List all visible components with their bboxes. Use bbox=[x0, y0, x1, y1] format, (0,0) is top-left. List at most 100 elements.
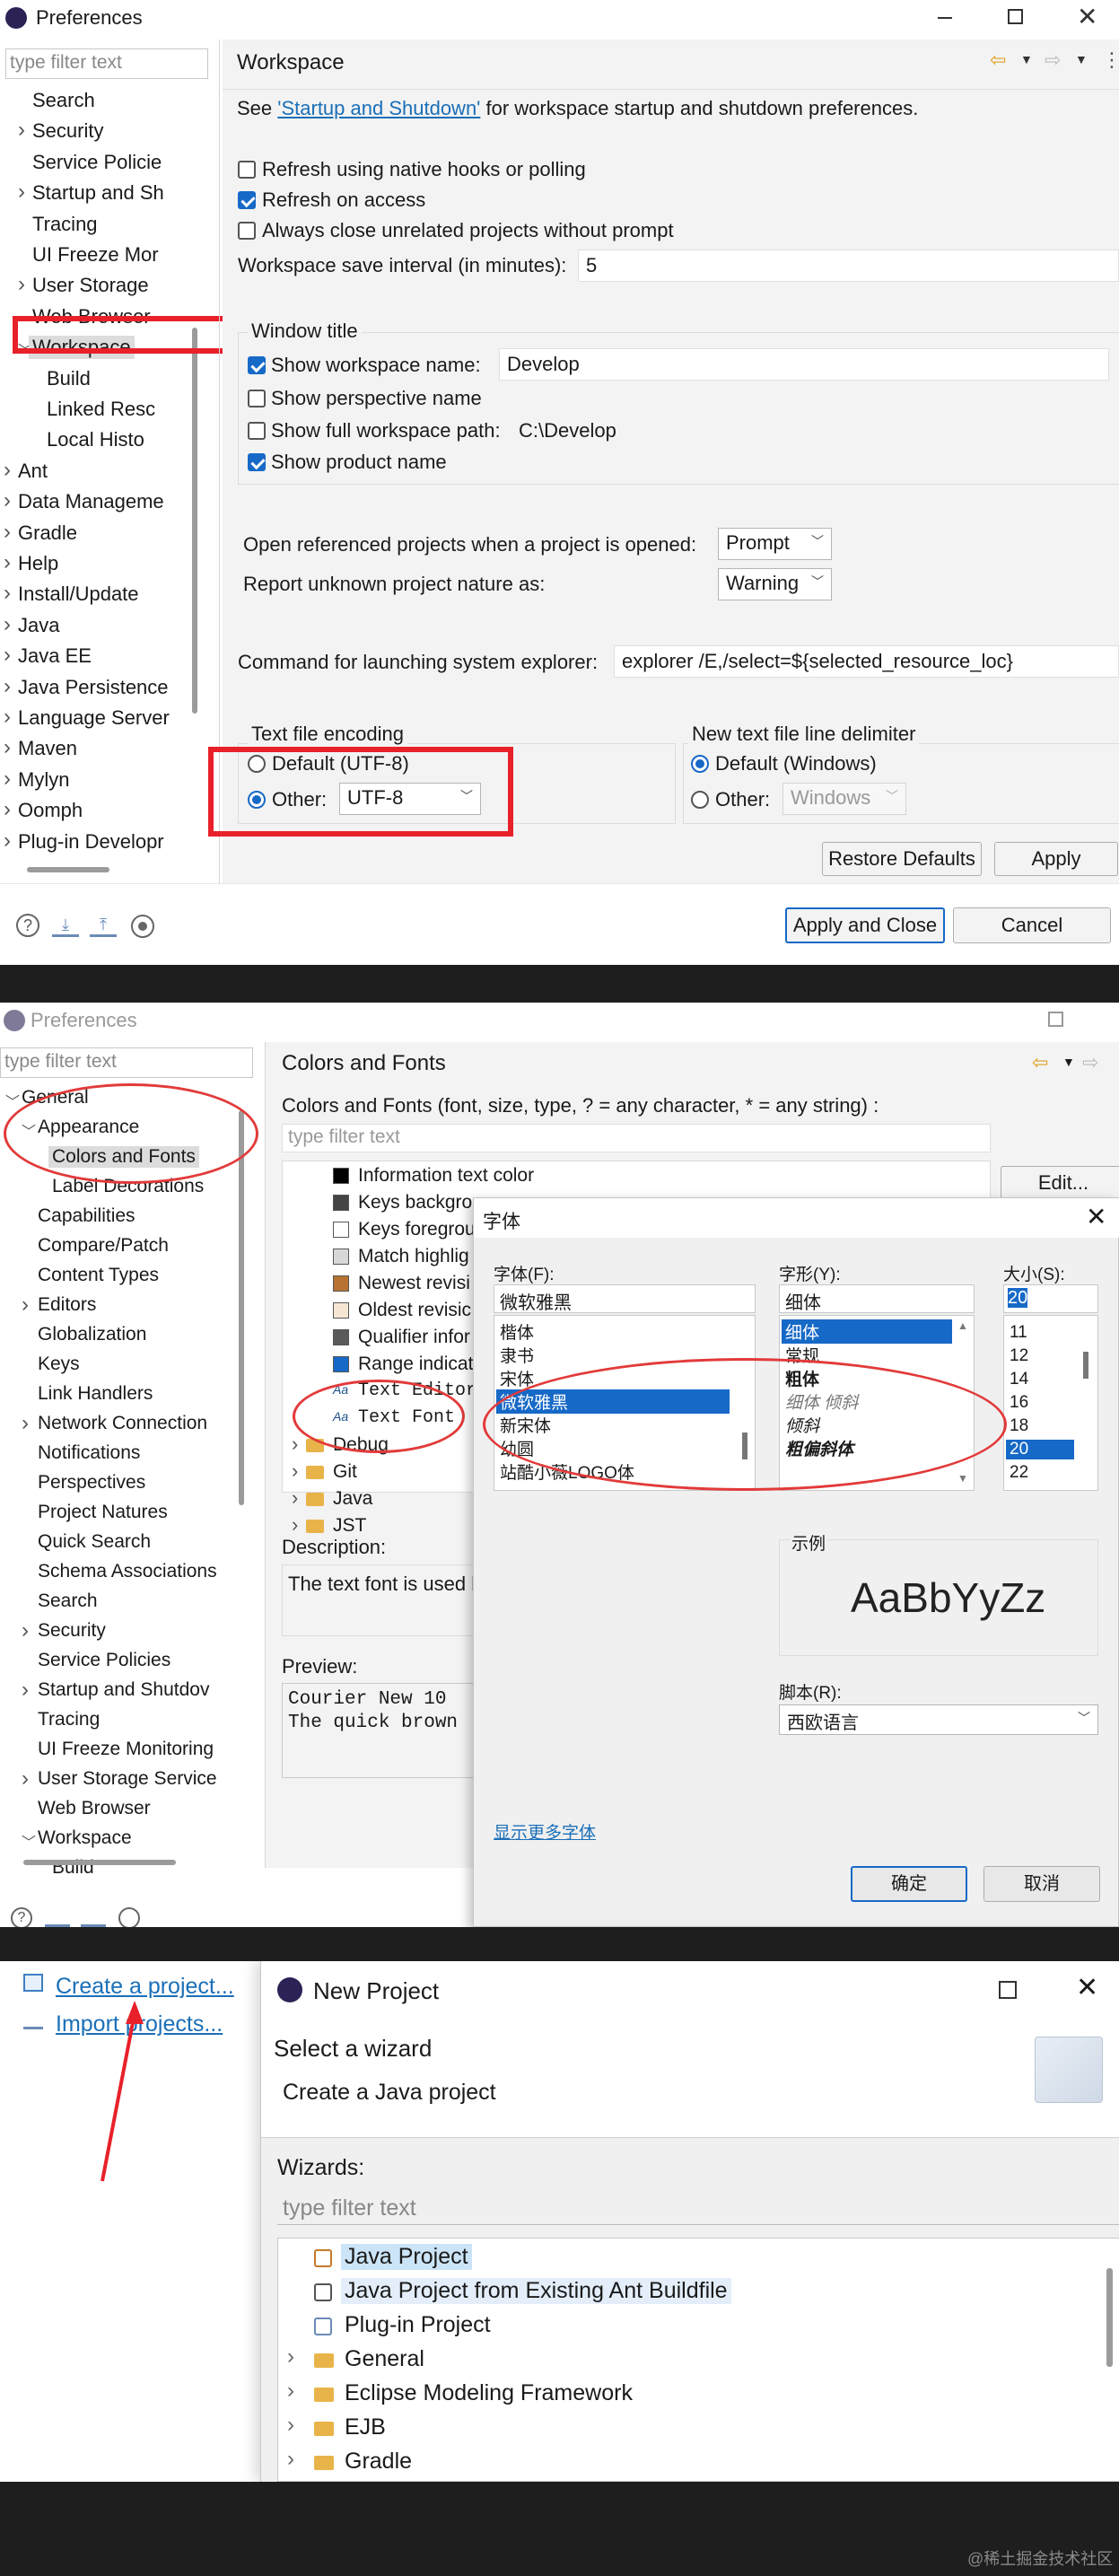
style-list-item[interactable]: 细体 bbox=[782, 1319, 952, 1344]
tree-item[interactable]: Capabilities bbox=[38, 1205, 136, 1227]
tree-item[interactable]: Search bbox=[38, 1590, 98, 1612]
tree-item[interactable]: Project Natures bbox=[38, 1502, 168, 1523]
chevron-right-icon[interactable]: › bbox=[4, 643, 11, 668]
size-list-item[interactable]: 22 bbox=[1006, 1463, 1074, 1483]
tree-item[interactable]: Java bbox=[18, 614, 59, 637]
color-item[interactable]: Keys backgro bbox=[358, 1192, 472, 1214]
tree-item[interactable]: Maven bbox=[18, 737, 77, 760]
tree-item[interactable]: Tracing bbox=[32, 213, 98, 236]
chevron-right-icon[interactable]: › bbox=[4, 797, 11, 822]
tree-item[interactable]: Compare/Patch bbox=[38, 1235, 169, 1257]
save-interval-input[interactable]: 5 bbox=[578, 250, 1119, 282]
ok-button[interactable]: 确定 bbox=[851, 1866, 967, 1902]
record-icon[interactable] bbox=[118, 1907, 140, 1927]
wizard-item[interactable]: EJB bbox=[341, 2414, 389, 2440]
close-icon[interactable]: ✕ bbox=[1077, 2, 1097, 31]
tree-item[interactable]: Quick Search bbox=[38, 1531, 151, 1553]
nav-filter-input[interactable]: type filter text bbox=[0, 1047, 253, 1078]
chevron-right-icon[interactable]: › bbox=[4, 674, 11, 699]
tree-item[interactable]: User Storage Service bbox=[38, 1768, 217, 1790]
chevron-right-icon[interactable]: › bbox=[22, 1678, 29, 1703]
chevron-right-icon[interactable]: › bbox=[4, 735, 11, 760]
tree-item[interactable]: Java EE bbox=[18, 644, 92, 668]
size-list-scrollbar[interactable] bbox=[1083, 1352, 1088, 1379]
nav-scrollbar[interactable] bbox=[192, 328, 197, 714]
tree-item[interactable]: Notifications bbox=[38, 1442, 140, 1464]
maximize-icon[interactable] bbox=[999, 1981, 1017, 1999]
color-item[interactable]: Information text color bbox=[358, 1165, 534, 1187]
color-item[interactable]: Qualifier infor bbox=[358, 1327, 470, 1348]
tree-item[interactable]: Link Handlers bbox=[38, 1383, 153, 1405]
chevron-right-icon[interactable]: › bbox=[4, 550, 11, 575]
show-full-path-checkbox[interactable] bbox=[248, 422, 266, 440]
nav-scrollbar[interactable] bbox=[239, 1110, 244, 1505]
color-item[interactable]: Oldest revisic bbox=[358, 1300, 471, 1321]
tree-item[interactable]: UI Freeze Monitoring bbox=[38, 1739, 214, 1760]
chevron-right-icon[interactable]: › bbox=[18, 180, 25, 205]
chevron-right-icon[interactable]: › bbox=[4, 488, 11, 513]
tree-item[interactable]: Java Persistence bbox=[18, 676, 169, 699]
tree-item[interactable]: Language Server bbox=[18, 706, 170, 730]
maximize-icon[interactable] bbox=[1048, 1012, 1063, 1027]
tree-item[interactable]: Security bbox=[38, 1620, 106, 1642]
tree-item[interactable]: Help bbox=[18, 552, 58, 575]
tree-item[interactable]: Install/Update bbox=[18, 583, 139, 606]
size-list-item[interactable]: 18 bbox=[1006, 1416, 1074, 1436]
tree-item[interactable]: Data Manageme bbox=[18, 490, 164, 513]
wizard-item[interactable]: Eclipse Modeling Framework bbox=[341, 2380, 636, 2406]
wizard-item[interactable]: Gradle bbox=[341, 2449, 415, 2475]
tree-item[interactable]: User Storage bbox=[32, 274, 149, 297]
tree-item[interactable]: Search bbox=[32, 89, 95, 112]
show-perspective-checkbox[interactable] bbox=[248, 390, 266, 407]
group-item[interactable]: Git bbox=[333, 1461, 357, 1483]
tree-item[interactable]: Startup and Sh bbox=[32, 181, 164, 205]
script-combo[interactable]: 西欧语言 ﹀ bbox=[779, 1704, 1098, 1735]
group-item[interactable]: JST bbox=[333, 1515, 366, 1537]
tree-item[interactable]: Content Types bbox=[38, 1265, 159, 1286]
chevron-right-icon[interactable]: › bbox=[22, 1411, 29, 1436]
report-unknown-combo[interactable]: Warning ﹀ bbox=[718, 568, 832, 600]
back-icon[interactable]: ⇦ bbox=[990, 48, 1006, 72]
wizard-item[interactable]: Java Project bbox=[341, 2244, 472, 2270]
scroll-down-icon[interactable]: ▼ bbox=[957, 1472, 968, 1485]
tree-item[interactable]: Local Histo bbox=[47, 428, 144, 451]
tree-item[interactable]: Linked Resc bbox=[47, 398, 155, 421]
chevron-right-icon[interactable]: › bbox=[18, 272, 25, 297]
nav-filter-input[interactable]: type filter text bbox=[5, 48, 208, 79]
close-icon[interactable]: ✕ bbox=[1076, 1972, 1098, 2003]
startup-shutdown-link[interactable]: 'Startup and Shutdown' bbox=[277, 97, 480, 119]
delim-other-radio[interactable] bbox=[691, 791, 709, 809]
chevron-right-icon[interactable]: › bbox=[18, 118, 25, 143]
tree-item[interactable]: Build bbox=[47, 367, 91, 390]
size-list-item[interactable]: 20 bbox=[1006, 1440, 1074, 1459]
size-list-item[interactable]: 12 bbox=[1006, 1346, 1074, 1366]
color-item[interactable]: Newest revisi bbox=[358, 1273, 470, 1294]
chevron-down-icon[interactable]: ﹀ bbox=[5, 1090, 20, 1111]
chevron-right-icon[interactable]: › bbox=[4, 458, 11, 483]
inner-filter-input[interactable]: type filter text bbox=[282, 1124, 991, 1152]
tree-item[interactable]: Schema Associations bbox=[38, 1561, 217, 1582]
style-input[interactable]: 细体 bbox=[779, 1284, 975, 1313]
tree-item[interactable]: Mylyn bbox=[18, 768, 69, 792]
tree-item[interactable]: Gradle bbox=[18, 521, 77, 545]
tree-item[interactable]: Ant bbox=[18, 460, 48, 483]
tree-item[interactable]: Service Policie bbox=[32, 151, 162, 174]
always-close-checkbox[interactable] bbox=[238, 222, 256, 240]
chevron-right-icon[interactable]: › bbox=[4, 828, 11, 854]
size-list-item[interactable]: 14 bbox=[1006, 1370, 1074, 1389]
cmd-input[interactable]: explorer /E,/select=${selected_resource_… bbox=[614, 645, 1119, 678]
font-list-item[interactable]: 楷体 bbox=[496, 1319, 730, 1344]
restore-defaults-button[interactable]: Restore Defaults bbox=[822, 842, 982, 876]
chevron-down-icon[interactable]: ﹀ bbox=[22, 1830, 36, 1852]
size-list-item[interactable]: 11 bbox=[1006, 1323, 1074, 1343]
record-icon[interactable] bbox=[131, 915, 154, 938]
chevron-right-icon[interactable]: › bbox=[22, 1292, 29, 1318]
tree-item[interactable]: Editors bbox=[38, 1294, 96, 1316]
cancel-button[interactable]: 取消 bbox=[983, 1866, 1100, 1902]
nav-hscrollbar[interactable] bbox=[23, 1860, 176, 1865]
export-icon[interactable] bbox=[81, 1909, 106, 1927]
wizard-item[interactable]: Plug-in Project bbox=[341, 2312, 494, 2338]
back-menu-icon[interactable]: ▼ bbox=[1020, 52, 1033, 66]
tree-item[interactable]: Oomph bbox=[18, 799, 83, 822]
chevron-right-icon[interactable]: › bbox=[292, 1459, 298, 1483]
